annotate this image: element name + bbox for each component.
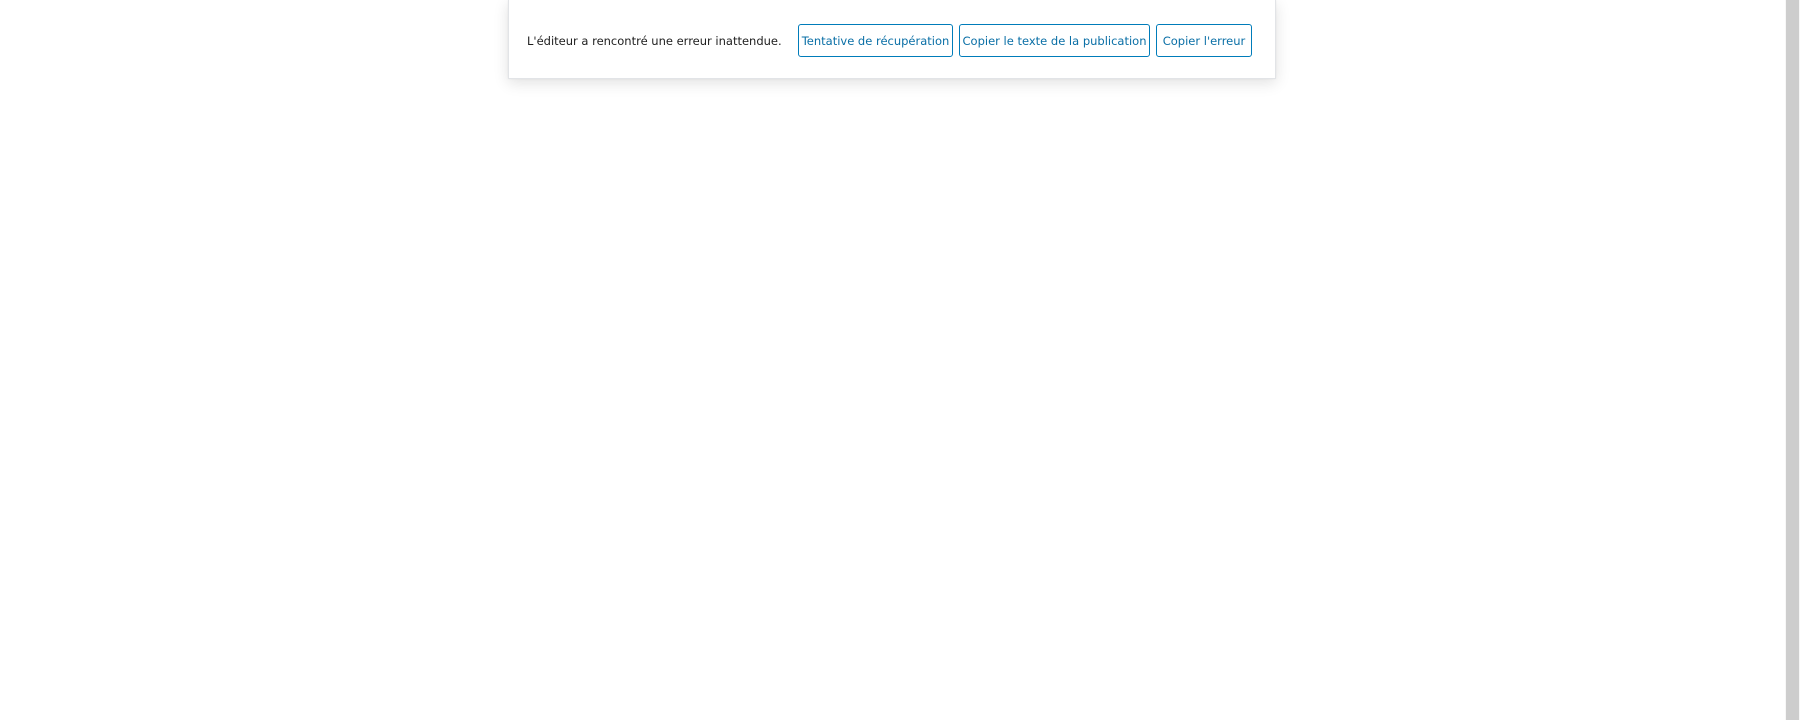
copy-post-text-button[interactable]: Copier le texte de la publication bbox=[959, 24, 1150, 57]
vertical-scrollbar[interactable] bbox=[1785, 0, 1800, 720]
copy-error-button[interactable]: Copier l'erreur bbox=[1156, 24, 1252, 57]
error-actions: Tentative de récupération Copier le text… bbox=[798, 24, 1252, 57]
editor-error-notice: L'éditeur a rencontré une erreur inatten… bbox=[508, 0, 1276, 79]
error-message: L'éditeur a rencontré une erreur inatten… bbox=[527, 34, 782, 48]
attempt-recovery-button[interactable]: Tentative de récupération bbox=[798, 24, 953, 57]
scrollbar-thumb[interactable] bbox=[1786, 0, 1799, 720]
editor-page: L'éditeur a rencontré une erreur inatten… bbox=[0, 0, 1800, 720]
